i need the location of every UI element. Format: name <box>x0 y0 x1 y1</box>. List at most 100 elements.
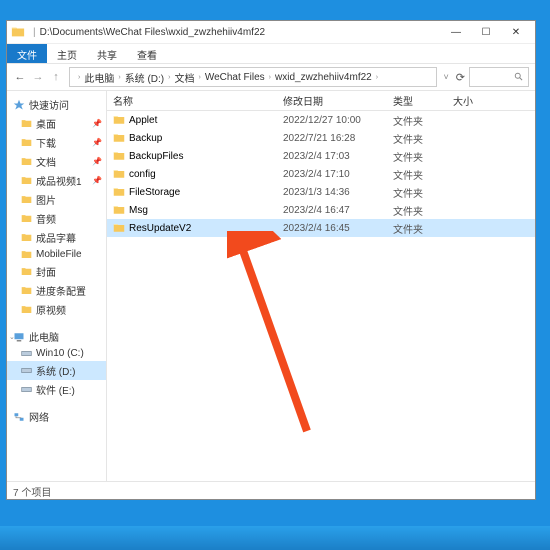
crumb-wxid[interactable]: wxid_zwzhehiiv4mf22 <box>275 72 372 83</box>
table-row[interactable]: Backup 2022/7/21 16:28文件夹 <box>107 129 535 147</box>
col-name[interactable]: 名称 <box>113 93 283 108</box>
sidebar-item-drive[interactable]: Win10 (C:) <box>7 346 106 361</box>
tab-view[interactable]: 查看 <box>127 44 167 63</box>
minimize-button[interactable]: — <box>441 21 471 43</box>
folder-icon <box>21 285 32 296</box>
column-headers: 名称 修改日期 类型 大小 <box>107 91 535 111</box>
sidebar-item-drive[interactable]: 系统 (D:) <box>7 361 106 380</box>
search-icon <box>514 72 524 82</box>
pin-icon: 📌 <box>92 157 102 166</box>
folder-icon <box>21 194 32 205</box>
sidebar-item-quick[interactable]: 文档📌 <box>7 152 106 171</box>
pin-icon: 📌 <box>92 138 102 147</box>
folder-icon <box>21 249 32 260</box>
file-type: 文件夹 <box>393 149 453 164</box>
folder-icon <box>21 175 32 186</box>
folder-icon <box>113 222 125 234</box>
folder-icon <box>21 118 32 129</box>
file-type: 文件夹 <box>393 221 453 236</box>
table-row[interactable]: config2023/2/4 17:10文件夹 <box>107 165 535 183</box>
sidebar-item-quick[interactable]: 下载📌 <box>7 133 106 152</box>
maximize-button[interactable]: ☐ <box>471 21 501 43</box>
sidebar-item-quick[interactable]: 进度条配置📌 <box>7 281 106 300</box>
file-name: BackupFiles <box>129 151 183 162</box>
drive-icon <box>21 348 32 359</box>
sidebar-item-quick[interactable]: 封面📌 <box>7 262 106 281</box>
folder-icon <box>113 114 125 126</box>
address-bar[interactable]: › 此电脑 › 系统 (D:) › 文档 › WeChat Files › wx… <box>69 67 437 87</box>
file-type: 文件夹 <box>393 167 453 182</box>
titlebar: | D:\Documents\WeChat Files\wxid_zwzhehi… <box>7 21 535 43</box>
sidebar-item-quick[interactable]: 成品字幕📌 <box>7 228 106 247</box>
sidebar-item-quick[interactable]: 成品视频1📌 <box>7 171 106 190</box>
file-date: 2023/2/4 16:47 <box>283 205 393 216</box>
drive-icon <box>21 384 32 395</box>
status-text: 7 个项目 <box>13 488 51 499</box>
network-icon <box>13 411 25 423</box>
table-row[interactable]: ResUpdateV2 2023/2/4 16:45文件夹 <box>107 219 535 237</box>
folder-icon <box>21 304 32 315</box>
file-name: Msg <box>129 205 148 216</box>
search-input[interactable] <box>469 67 529 87</box>
folder-icon <box>21 137 32 148</box>
folder-icon <box>113 168 125 180</box>
back-button[interactable]: ← <box>11 68 29 86</box>
file-name: Backup <box>129 133 162 144</box>
tab-share[interactable]: 共享 <box>87 44 127 63</box>
ribbon: 文件 主页 共享 查看 <box>7 43 535 63</box>
close-button[interactable]: ✕ <box>501 21 531 43</box>
file-name: ResUpdateV2 <box>129 223 191 234</box>
folder-icon <box>11 25 25 39</box>
taskbar[interactable] <box>0 526 550 550</box>
forward-button[interactable]: → <box>29 68 47 86</box>
sidebar-item-drive[interactable]: 软件 (E:) <box>7 380 106 399</box>
folder-icon <box>21 213 32 224</box>
crumb-wechat[interactable]: WeChat Files <box>205 72 265 83</box>
pin-icon: 📌 <box>92 119 102 128</box>
folder-icon <box>21 232 32 243</box>
folder-icon <box>113 150 125 162</box>
window-title: D:\Documents\WeChat Files\wxid_zwzhehiiv… <box>40 27 265 38</box>
col-size[interactable]: 大小 <box>453 93 503 108</box>
sidebar-item-quick[interactable]: 图片📌 <box>7 190 106 209</box>
sidebar-item-quick[interactable]: 音频📌 <box>7 209 106 228</box>
table-row[interactable]: Applet 2022/12/27 10:00文件夹 <box>107 111 535 129</box>
star-icon <box>13 99 25 111</box>
tab-file[interactable]: 文件 <box>7 44 47 63</box>
address-dropdown[interactable]: ˅ <box>441 72 452 82</box>
refresh-button[interactable]: ⟳ <box>452 71 469 84</box>
sidebar-item-quick[interactable]: 桌面📌 <box>7 114 106 133</box>
explorer-window: | D:\Documents\WeChat Files\wxid_zwzhehi… <box>6 20 536 500</box>
sidebar-this-pc[interactable]: ⌄ 此电脑 <box>7 327 106 346</box>
folder-icon <box>113 132 125 144</box>
sidebar-item-quick[interactable]: MobileFile📌 <box>7 247 106 262</box>
file-date: 2022/7/21 16:28 <box>283 133 393 144</box>
tab-home[interactable]: 主页 <box>47 44 87 63</box>
table-row[interactable]: FileStorage2023/1/3 14:36文件夹 <box>107 183 535 201</box>
col-type[interactable]: 类型 <box>393 93 453 108</box>
file-type: 文件夹 <box>393 203 453 218</box>
col-date[interactable]: 修改日期 <box>283 93 393 108</box>
file-type: 文件夹 <box>393 113 453 128</box>
file-type: 文件夹 <box>393 131 453 146</box>
crumb-pc[interactable]: 此电脑 <box>84 70 114 85</box>
file-date: 2022/12/27 10:00 <box>283 115 393 126</box>
folder-icon <box>113 204 125 216</box>
file-name: FileStorage <box>129 187 180 198</box>
table-row[interactable]: Msg 2023/2/4 16:47文件夹 <box>107 201 535 219</box>
crumb-drive[interactable]: 系统 (D:) <box>125 70 164 85</box>
file-name: Applet <box>129 115 157 126</box>
sidebar-item-quick[interactable]: 原视频📌 <box>7 300 106 319</box>
pin-icon: 📌 <box>92 176 102 185</box>
sidebar-network[interactable]: 网络 <box>7 407 106 426</box>
folder-icon <box>21 156 32 167</box>
file-type: 文件夹 <box>393 185 453 200</box>
sidebar-quick-access[interactable]: 快速访问 <box>7 95 106 114</box>
folder-icon <box>21 266 32 277</box>
file-date: 2023/2/4 16:45 <box>283 223 393 234</box>
titlebar-sep: | <box>33 27 36 38</box>
crumb-docs[interactable]: 文档 <box>174 70 194 85</box>
file-date: 2023/2/4 17:03 <box>283 151 393 162</box>
up-button[interactable]: ↑ <box>47 68 65 86</box>
table-row[interactable]: BackupFiles 2023/2/4 17:03文件夹 <box>107 147 535 165</box>
